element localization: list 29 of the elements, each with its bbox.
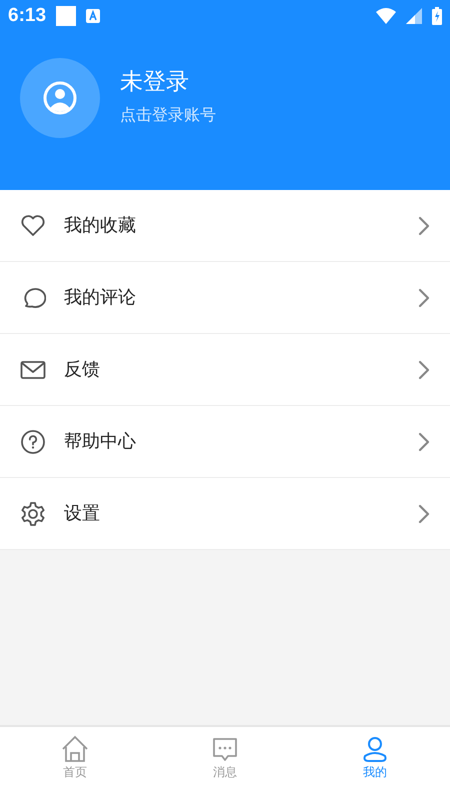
menu-item[interactable]: 我的评论 <box>0 262 450 334</box>
home-icon <box>61 735 89 763</box>
menu-item[interactable]: 设置 <box>0 478 450 550</box>
notification-icon <box>56 6 76 26</box>
chevron-right-icon <box>418 504 430 524</box>
chevron-right-icon <box>418 288 430 308</box>
chat-icon <box>211 735 239 763</box>
login-status: 未登录 <box>120 69 190 97</box>
menu-item[interactable]: 我的收藏 <box>0 190 450 262</box>
chevron-right-icon <box>418 216 430 236</box>
settings-icon <box>20 500 46 526</box>
chevron-right-icon <box>418 432 430 452</box>
menu-label: 我的收藏 <box>64 214 137 238</box>
battery-icon <box>432 7 442 25</box>
status-time: 6:13 <box>8 4 46 28</box>
heart-icon <box>20 212 46 238</box>
menu-label: 我的评论 <box>64 286 137 310</box>
notification-icon <box>86 9 100 23</box>
user-icon <box>43 81 77 115</box>
help-icon <box>20 428 46 454</box>
menu-item[interactable]: 帮助中心 <box>0 406 450 478</box>
signal-icon <box>406 8 422 24</box>
wifi-icon <box>376 8 396 24</box>
menu-label: 反馈 <box>64 358 101 382</box>
menu-label: 设置 <box>64 502 101 526</box>
menu-label: 帮助中心 <box>64 430 137 454</box>
menu-item[interactable]: 反馈 <box>0 334 450 406</box>
chevron-right-icon <box>418 360 430 380</box>
person-icon <box>361 735 389 763</box>
